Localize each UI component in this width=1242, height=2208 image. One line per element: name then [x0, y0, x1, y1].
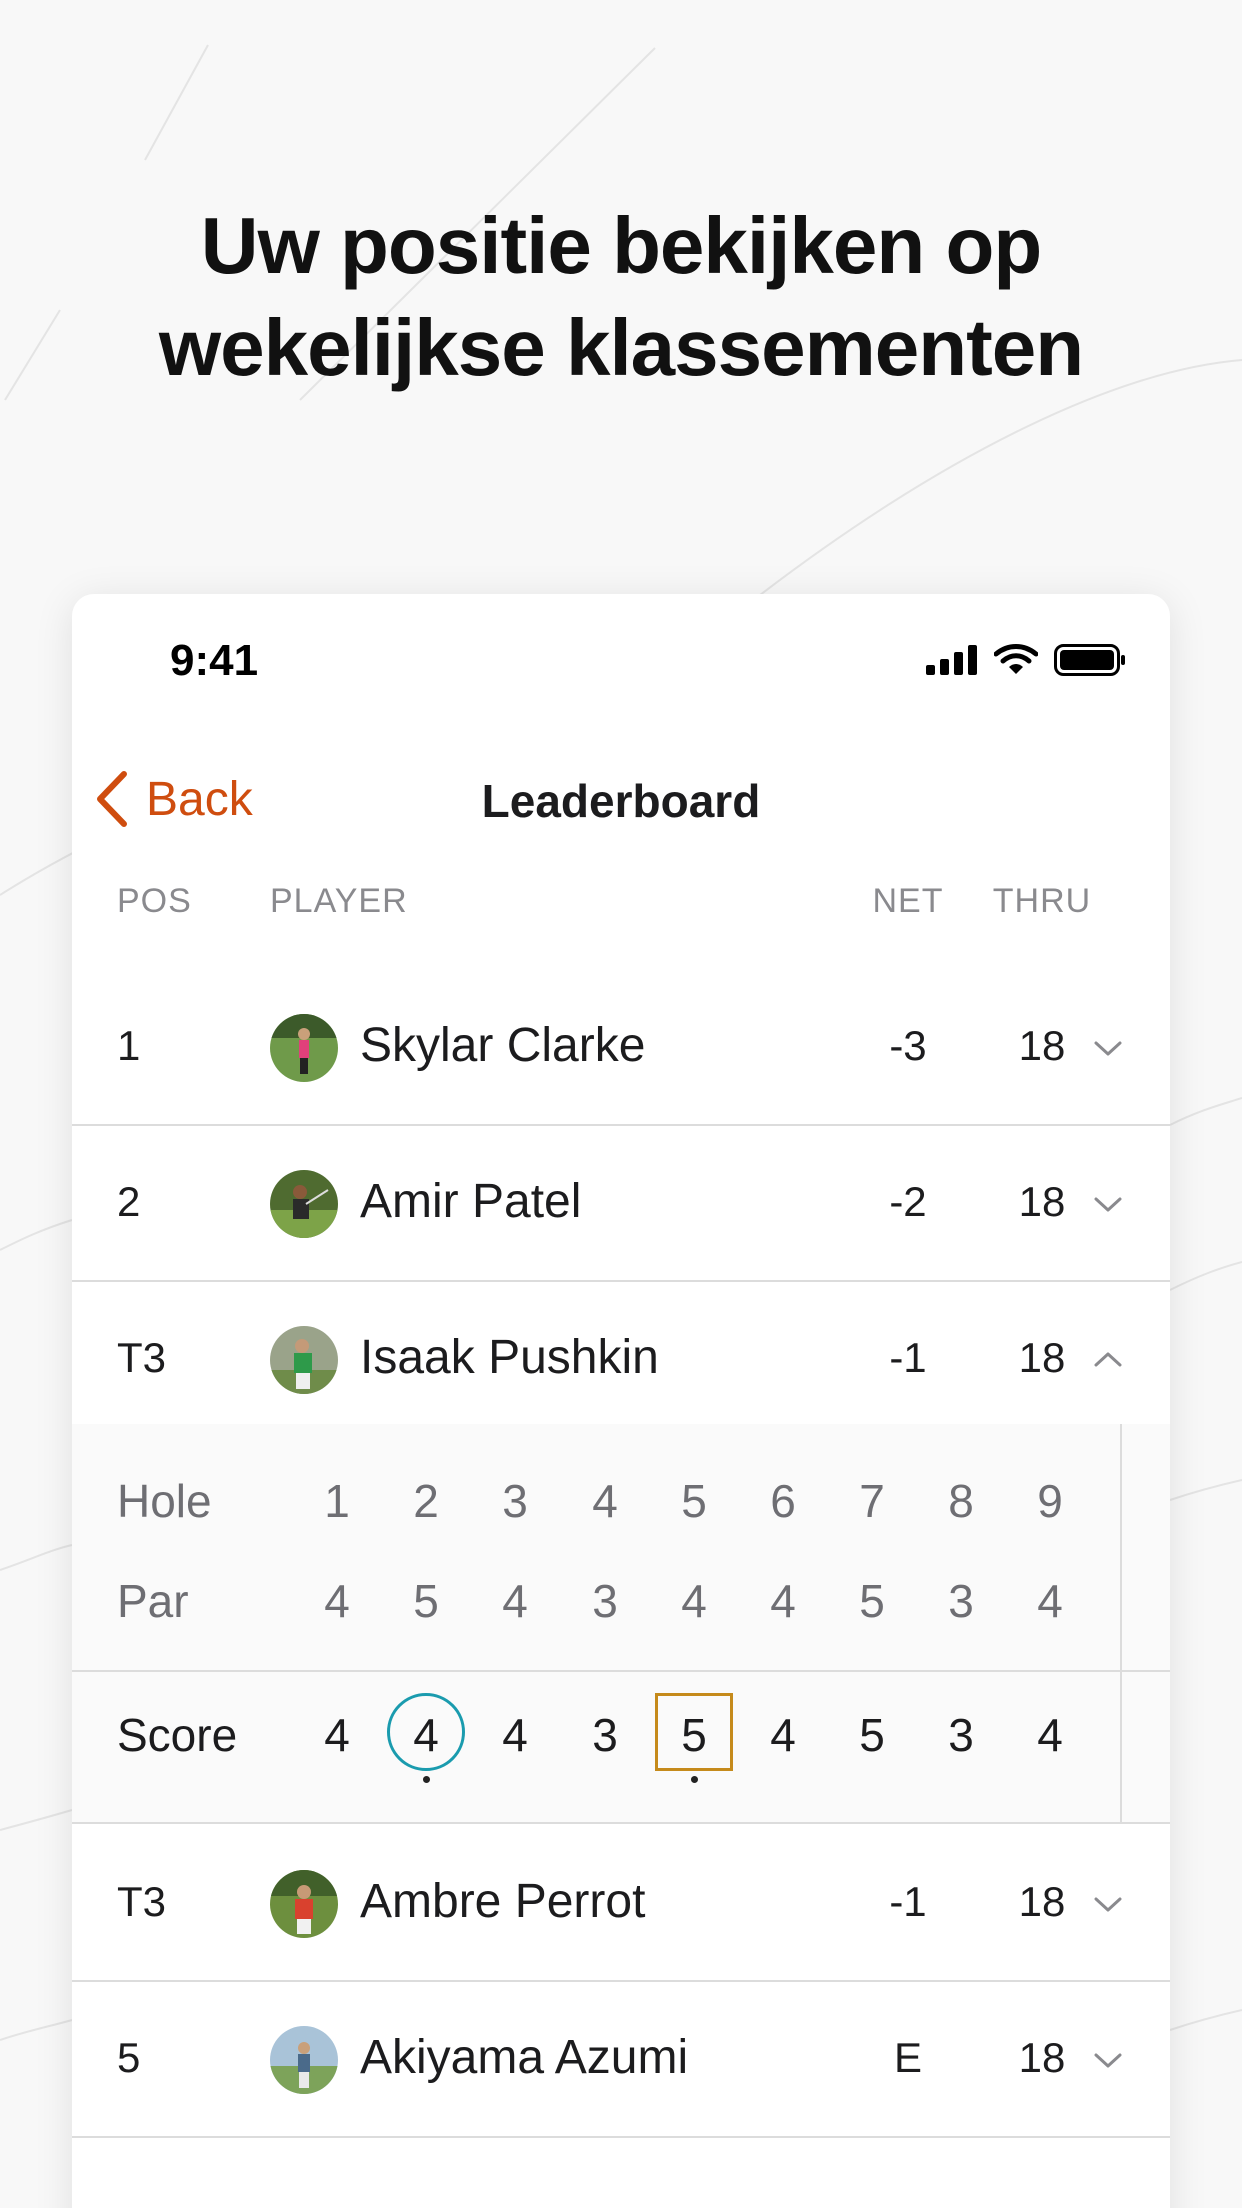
headline-line-1: Uw positie bekijken op: [200, 201, 1042, 290]
player-position: 1: [117, 1022, 141, 1069]
hole-number: 7: [859, 1475, 885, 1527]
chevron-down-icon[interactable]: [1090, 1886, 1126, 1922]
player-thru: 18: [1018, 1022, 1066, 1069]
page-title: Leaderboard: [481, 775, 761, 827]
scorecard-divider-vertical: [1120, 1424, 1122, 1824]
phone-screen: 9:41 Back Leaderboard POS PLAYER NET THR…: [72, 594, 1170, 2208]
chevron-down-icon[interactable]: [1090, 1030, 1126, 1066]
chevron-up-icon[interactable]: [1090, 1342, 1126, 1378]
player-name: Skylar Clarke: [360, 1019, 646, 1072]
hole-label: Hole: [117, 1475, 212, 1527]
player-row[interactable]: 5 Akiyama Azumi E 18: [72, 1982, 1170, 2138]
hole-number: 3: [502, 1475, 528, 1527]
player-avatar: [270, 1326, 338, 1394]
player-name: Amir Patel: [360, 1175, 582, 1228]
player-row[interactable]: T3 Ambre Perrot -1 18: [72, 1826, 1170, 1982]
player-avatar: [270, 1014, 338, 1082]
hole-number: 4: [592, 1475, 618, 1527]
hole-par: 4: [681, 1575, 707, 1627]
player-avatar: [270, 1170, 338, 1238]
battery-icon: [1054, 644, 1125, 676]
hole-score: 4: [1037, 1709, 1063, 1761]
player-avatar: [270, 1870, 338, 1938]
player-thru: 18: [1018, 1178, 1066, 1225]
player-thru: 18: [1018, 1878, 1066, 1925]
hole-score: 3: [948, 1709, 974, 1761]
signal-icon: [926, 645, 977, 675]
wifi-icon: [994, 644, 1038, 674]
player-name: Ambre Perrot: [360, 1875, 646, 1928]
hole-number: 2: [413, 1475, 439, 1527]
player-name: Isaak Pushkin: [360, 1331, 659, 1384]
hole-par: 4: [502, 1575, 528, 1627]
hole-score: 3: [592, 1709, 618, 1761]
status-icons: [926, 644, 1126, 676]
player-position: T3: [117, 1334, 167, 1381]
player-position: 2: [117, 1178, 141, 1225]
player-thru: 18: [1018, 1334, 1066, 1381]
hole-score: 4: [770, 1709, 796, 1761]
scorecard: Hole Par Score 1 2 3 4 5 6 7 8 9 4 5 4 3…: [72, 1424, 1170, 1824]
player-name: Akiyama Azumi: [360, 2031, 689, 2084]
hole-score: 4: [324, 1709, 350, 1761]
scorecard-divider: [72, 1670, 1170, 1672]
player-position: 5: [117, 2034, 141, 2081]
par-label: Par: [117, 1575, 189, 1627]
player-row-expanded[interactable]: T3 Isaak Pushkin -1 18: [72, 1282, 1170, 1438]
hole-par: 4: [770, 1575, 796, 1627]
player-net: -3: [889, 1022, 927, 1069]
hole-marker-dot: [423, 1776, 430, 1783]
hole-marker-dot: [691, 1776, 698, 1783]
player-net: -2: [889, 1178, 927, 1225]
column-header-player[interactable]: PLAYER: [270, 882, 408, 921]
player-position: T3: [117, 1878, 167, 1925]
hole-par: 3: [592, 1575, 618, 1627]
hole-number: 5: [681, 1475, 707, 1527]
hole-score: 5: [859, 1709, 885, 1761]
hole-par: 5: [413, 1575, 439, 1627]
hole-number: 9: [1037, 1475, 1063, 1527]
promo-headline: Uw positie bekijken op wekelijkse klasse…: [0, 195, 1242, 399]
hole-score: 4: [413, 1709, 439, 1761]
hole-par: 4: [324, 1575, 350, 1627]
headline-line-2: wekelijkse klassementen: [158, 303, 1084, 392]
hole-par: 5: [859, 1575, 885, 1627]
hole-score: 4: [502, 1709, 528, 1761]
status-time: 9:41: [170, 636, 259, 685]
hole-number: 6: [770, 1475, 796, 1527]
player-row[interactable]: 2 Amir Patel -2 18: [72, 1126, 1170, 1282]
chevron-down-icon[interactable]: [1090, 1186, 1126, 1222]
column-header-net[interactable]: NET: [848, 882, 968, 921]
player-net: -1: [889, 1878, 927, 1925]
player-net: -1: [889, 1334, 927, 1381]
chevron-down-icon[interactable]: [1090, 2042, 1126, 2078]
player-thru: 18: [1018, 2034, 1066, 2081]
player-row[interactable]: 1 Skylar Clarke -3 18: [72, 970, 1170, 1126]
column-header-thru[interactable]: THRU: [982, 882, 1102, 921]
hole-par: 3: [948, 1575, 974, 1627]
hole-number: 8: [948, 1475, 974, 1527]
hole-score: 5: [681, 1709, 707, 1761]
player-avatar: [270, 2026, 338, 2094]
hole-par: 4: [1037, 1575, 1063, 1627]
player-net: E: [893, 2034, 922, 2081]
hole-number: 1: [324, 1475, 350, 1527]
score-label: Score: [117, 1709, 238, 1761]
column-header-pos[interactable]: POS: [117, 882, 192, 921]
